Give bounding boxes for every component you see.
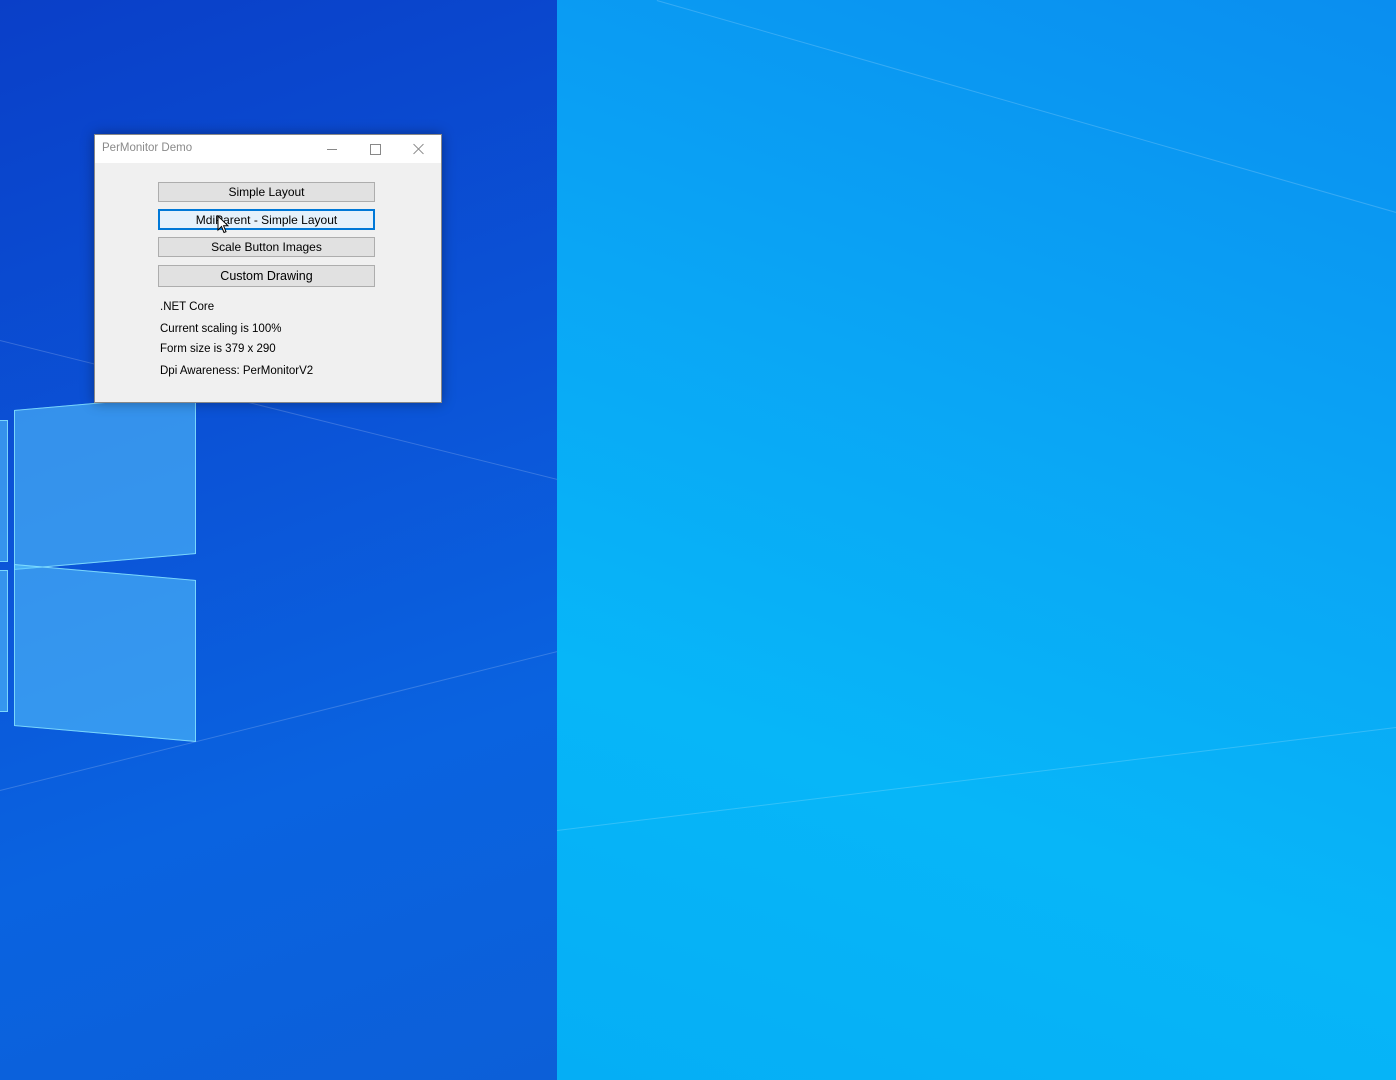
light-beam xyxy=(656,0,1396,250)
scaling-label: Current scaling is 100% xyxy=(160,323,282,335)
title-bar[interactable]: PerMonitor Demo xyxy=(95,135,441,163)
maximize-button[interactable] xyxy=(353,135,397,163)
scale-button-images-button[interactable]: Scale Button Images xyxy=(158,237,375,257)
mdi-parent-button[interactable]: MdiParent - Simple Layout xyxy=(158,209,375,230)
minimize-icon xyxy=(327,148,337,150)
runtime-label: .NET Core xyxy=(160,301,215,313)
simple-layout-button[interactable]: Simple Layout xyxy=(158,182,375,202)
desktop-wallpaper-right xyxy=(557,0,1396,1080)
window-title: PerMonitor Demo xyxy=(102,142,193,154)
light-beam xyxy=(557,720,1396,831)
close-button[interactable] xyxy=(397,135,441,163)
mouse-cursor-icon xyxy=(217,215,229,234)
custom-drawing-button[interactable]: Custom Drawing xyxy=(158,265,375,287)
dpi-awareness-label: Dpi Awareness: PerMonitorV2 xyxy=(160,365,314,377)
maximize-icon xyxy=(369,143,381,155)
minimize-button[interactable] xyxy=(310,135,354,163)
close-icon xyxy=(413,143,425,155)
form-size-label: Form size is 379 x 290 xyxy=(160,343,276,355)
permonitor-demo-window: PerMonitor Demo Simple Layout MdiParent … xyxy=(94,134,442,403)
